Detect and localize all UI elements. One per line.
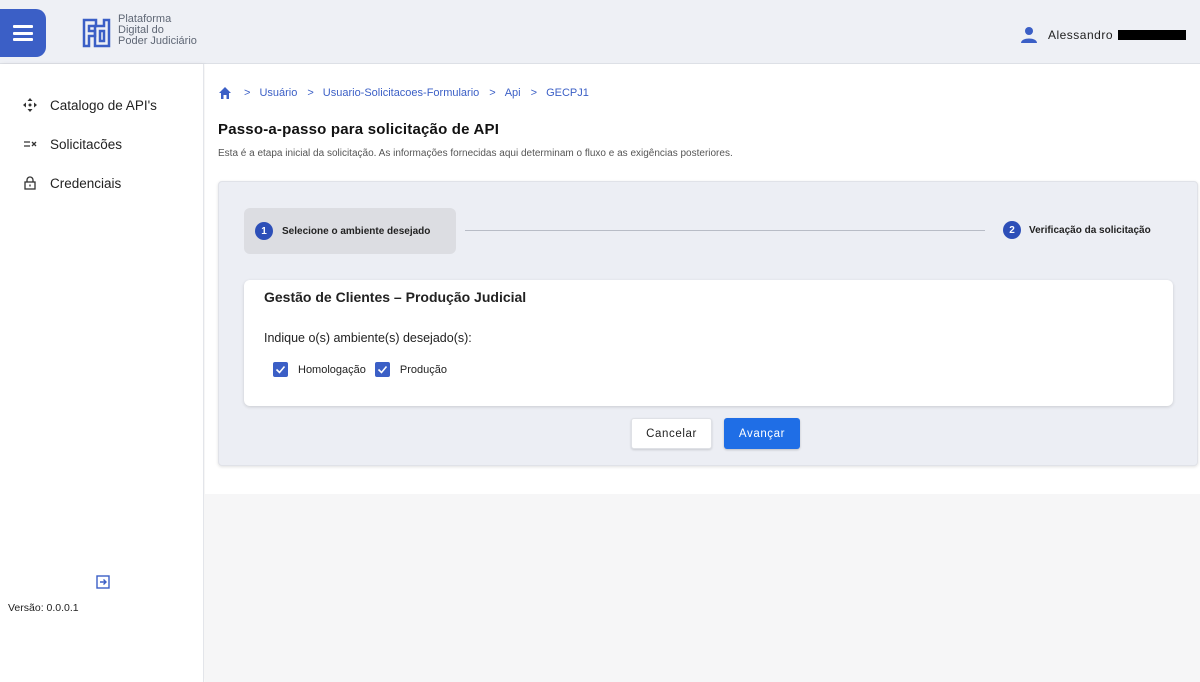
card-title: Gestão de Clientes – Produção Judicial xyxy=(264,289,527,305)
step-connector xyxy=(465,230,985,231)
sidebar-item-catalogo[interactable]: Catalogo de API's xyxy=(0,90,204,120)
hamburger-icon xyxy=(13,25,33,41)
move-arrows-icon xyxy=(22,97,38,113)
environment-options: Homologação Produção xyxy=(273,362,456,377)
sidebar-item-credenciais[interactable]: Credenciais xyxy=(0,168,204,198)
lock-icon xyxy=(22,175,38,191)
version-label: Versão: 0.0.0.1 xyxy=(8,602,79,614)
chevron-right-icon: > xyxy=(489,87,496,99)
checkbox-homologacao[interactable] xyxy=(273,362,288,377)
sidebar-item-solicitacoes[interactable]: Solicitacões xyxy=(0,129,204,159)
main-footer-area xyxy=(205,494,1200,682)
chevron-right-icon: > xyxy=(244,87,251,99)
checkbox-producao[interactable] xyxy=(374,362,390,377)
page-description: Esta é a etapa inicial da solicitação. A… xyxy=(218,148,733,159)
breadcrumb: > Usuário > Usuario-Solicitacoes-Formula… xyxy=(218,86,589,100)
home-icon[interactable] xyxy=(218,86,232,100)
next-button[interactable]: Avançar xyxy=(724,418,800,449)
step-2[interactable]: 2 Verificação da solicitação xyxy=(1003,221,1151,239)
breadcrumb-usuario[interactable]: Usuário xyxy=(259,87,297,99)
check-icon xyxy=(377,365,387,374)
step-1[interactable]: 1 Selecione o ambiente desejado xyxy=(244,208,456,254)
breadcrumb-current[interactable]: GECPJ1 xyxy=(546,87,589,99)
logo-line: Poder Judiciário xyxy=(118,35,197,47)
step-label: Selecione o ambiente desejado xyxy=(282,225,431,237)
chevron-right-icon: > xyxy=(307,87,314,99)
app-header: Plataforma Digital do Poder Judiciário A… xyxy=(0,0,1200,64)
sidebar-item-label: Catalogo de API's xyxy=(50,97,157,113)
sidebar-item-label: Solicitacões xyxy=(50,136,123,152)
cancel-button[interactable]: Cancelar xyxy=(631,418,712,449)
step-number: 2 xyxy=(1003,221,1021,239)
logo: Plataforma Digital do Poder Judiciário xyxy=(78,14,228,52)
option-producao[interactable]: Produção xyxy=(374,362,456,377)
option-homologacao[interactable]: Homologação xyxy=(273,362,375,377)
check-icon xyxy=(275,365,286,374)
user-name: Alessandro xyxy=(1047,28,1113,42)
page-title: Passo-a-passo para solicitação de API xyxy=(218,121,500,138)
logout-icon[interactable] xyxy=(96,575,110,589)
list-icon xyxy=(22,136,38,152)
redacted-surname xyxy=(1118,30,1186,40)
user-menu[interactable]: Alessandro xyxy=(1020,26,1186,44)
sidebar-item-label: Credenciais xyxy=(50,175,122,191)
logo-icon xyxy=(82,18,111,48)
option-label: Homologação xyxy=(298,363,366,376)
menu-button[interactable] xyxy=(0,9,46,57)
environment-question: Indique o(s) ambiente(s) desejado(s): xyxy=(264,331,472,345)
option-label: Produção xyxy=(399,363,447,376)
user-icon xyxy=(1020,27,1037,43)
step-label: Verificação da solicitação xyxy=(1029,224,1151,236)
chevron-right-icon: > xyxy=(530,87,538,99)
step-number: 1 xyxy=(255,222,273,240)
breadcrumb-api[interactable]: Api xyxy=(505,87,521,99)
logo-text: Plataforma Digital do Poder Judiciário xyxy=(118,14,228,47)
breadcrumb-formulario[interactable]: Usuario-Solicitacoes-Formulario xyxy=(323,87,480,99)
